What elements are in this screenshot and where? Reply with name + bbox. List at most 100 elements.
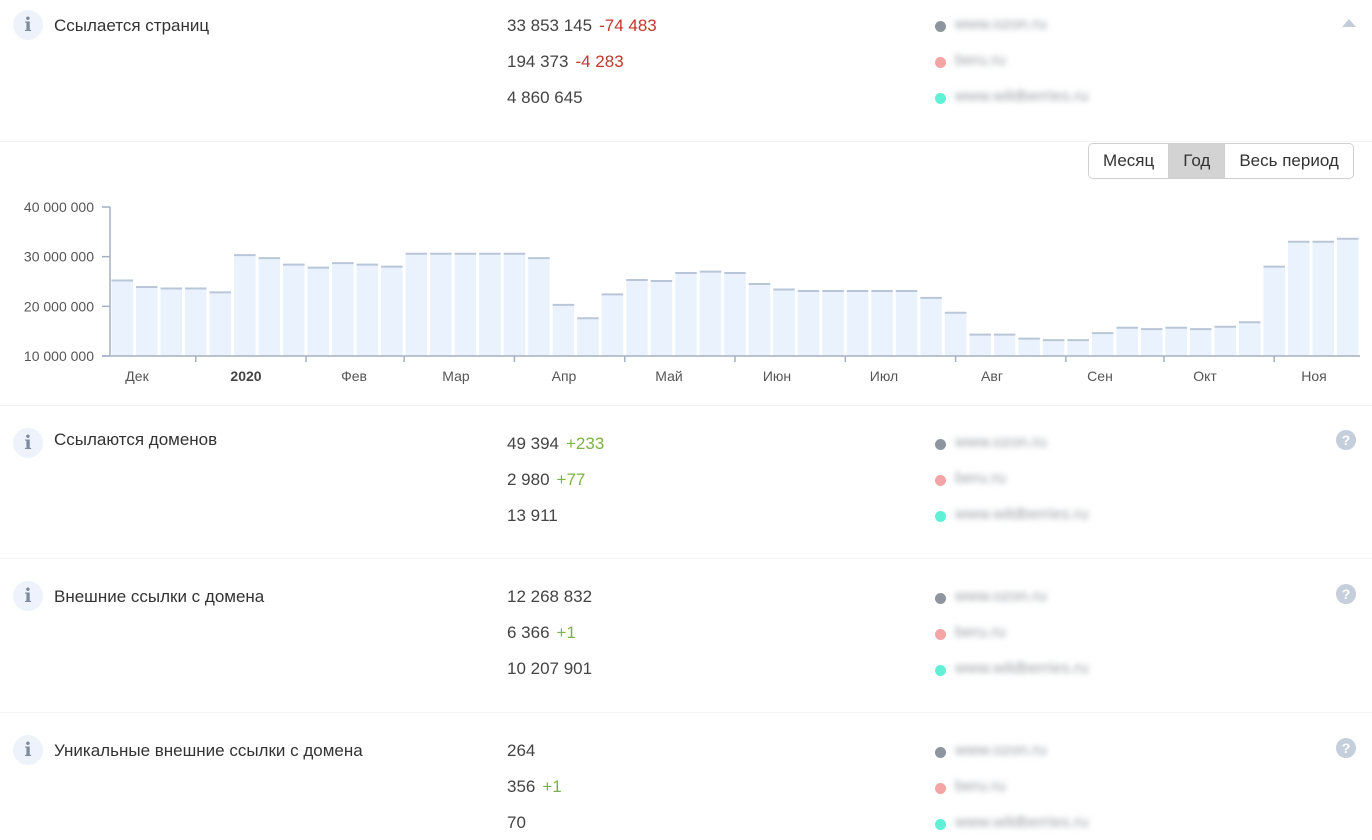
domain-name: www.wildberries.ru xyxy=(955,88,1089,105)
domain-name: www.ozon.ru xyxy=(955,16,1047,33)
chart-bar[interactable] xyxy=(1091,332,1114,356)
domain-color-dot xyxy=(935,665,946,676)
metric-value-row: 4 860 645 xyxy=(507,88,583,108)
chart-bar[interactable] xyxy=(920,297,942,356)
metric-value: 13 911 xyxy=(507,506,558,525)
chart-bar[interactable] xyxy=(846,290,869,356)
chart-bar[interactable] xyxy=(1018,338,1040,356)
chart-bar[interactable] xyxy=(1214,326,1236,356)
chart-bar[interactable] xyxy=(405,253,428,356)
chart-bar[interactable] xyxy=(209,291,232,356)
chart-bar[interactable] xyxy=(944,312,967,356)
metric-value: 70 xyxy=(507,813,526,832)
chart-bar[interactable] xyxy=(111,280,134,356)
chart-bar[interactable] xyxy=(675,272,697,356)
x-month-label: Авг xyxy=(981,368,1003,384)
chart-bar[interactable] xyxy=(601,293,624,356)
domain-color-dot xyxy=(935,511,946,522)
chart-bar[interactable] xyxy=(1189,328,1212,356)
period-button-year[interactable]: Год xyxy=(1168,144,1225,178)
chart-bar[interactable] xyxy=(381,266,403,356)
metric-section-referring-domains: i Ссылаются доменов 49 394 +233 2 980 +77 … xyxy=(0,405,1372,556)
chart-bar[interactable] xyxy=(356,264,379,356)
chart-bar[interactable] xyxy=(185,287,207,356)
chart-bar[interactable] xyxy=(895,290,918,356)
chart-bar[interactable] xyxy=(993,334,1016,356)
info-icon[interactable]: i xyxy=(13,581,43,611)
chart-bar[interactable] xyxy=(699,271,722,356)
help-icon[interactable]: ? xyxy=(1336,430,1356,450)
chart-bar[interactable] xyxy=(552,304,575,356)
period-button-month[interactable]: Месяц xyxy=(1089,144,1169,178)
chart-bar[interactable] xyxy=(1336,238,1359,356)
x-month-label: Дек xyxy=(125,368,149,384)
chart-bar[interactable] xyxy=(1116,327,1138,356)
chart-bar[interactable] xyxy=(871,290,893,356)
domain-color-dot xyxy=(935,783,946,794)
metric-value-row: 10 207 901 xyxy=(507,659,592,679)
chart-bar[interactable] xyxy=(528,257,550,356)
domain-color-dot xyxy=(935,629,946,640)
chart-bar[interactable] xyxy=(1312,241,1334,356)
domain-color-dot xyxy=(935,21,946,32)
chart-bar[interactable] xyxy=(626,279,648,356)
domain-name: www.wildberries.ru xyxy=(955,660,1089,677)
metric-delta: +233 xyxy=(566,434,605,453)
chart-bar[interactable] xyxy=(503,253,526,356)
chart-bar[interactable] xyxy=(748,283,771,356)
metric-value-row: 33 853 145 -74 483 xyxy=(507,16,657,36)
chart-bar[interactable] xyxy=(650,280,673,356)
x-month-label: Июн xyxy=(763,368,791,384)
metric-value-row: 49 394 +233 xyxy=(507,434,604,454)
domain-name: www.ozon.ru xyxy=(955,742,1047,759)
domain-color-dot xyxy=(935,93,946,104)
domain-name: beru.ru xyxy=(955,624,1006,641)
chart-bar[interactable] xyxy=(479,253,501,356)
metric-value: 10 207 901 xyxy=(507,659,593,678)
domain-color-dot xyxy=(935,593,946,604)
chart-bar[interactable] xyxy=(332,262,354,356)
chart-bar[interactable] xyxy=(1067,339,1089,356)
chart-bar[interactable] xyxy=(1287,241,1310,356)
chart-bar[interactable] xyxy=(1140,328,1163,356)
chart-bar[interactable] xyxy=(136,286,158,356)
metric-value: 6 366 xyxy=(507,623,550,642)
chart-bar[interactable] xyxy=(283,264,305,356)
y-tick-label: 10 000 000 xyxy=(24,348,94,364)
chart-bar[interactable] xyxy=(454,253,477,356)
chart-bar[interactable] xyxy=(307,267,330,356)
metric-value-row: 12 268 832 xyxy=(507,587,592,607)
metric-value: 194 373 xyxy=(507,52,569,71)
chart-bar[interactable] xyxy=(1238,321,1261,356)
chart-bar[interactable] xyxy=(773,288,795,356)
domain-name: www.ozon.ru xyxy=(955,588,1047,605)
chart-bar[interactable] xyxy=(1165,327,1187,356)
chart-bar[interactable] xyxy=(969,334,991,356)
metric-value: 12 268 832 xyxy=(507,587,593,606)
info-icon[interactable]: i xyxy=(13,735,43,765)
chart-bar[interactable] xyxy=(1042,339,1065,356)
chart-bar[interactable] xyxy=(577,317,599,356)
x-month-label: Мар xyxy=(442,368,470,384)
collapse-up-icon[interactable] xyxy=(1342,19,1356,27)
info-icon[interactable]: i xyxy=(13,10,43,40)
metric-value-row: 13 911 xyxy=(507,506,558,526)
chart-bar[interactable] xyxy=(258,257,281,356)
period-button-all[interactable]: Весь период xyxy=(1224,144,1353,178)
chart-bar[interactable] xyxy=(234,254,256,356)
metric-title: Внешние ссылки с домена xyxy=(54,587,265,606)
metric-delta: +1 xyxy=(556,623,576,642)
x-month-label: Сен xyxy=(1087,368,1113,384)
domain-name: beru.ru xyxy=(955,52,1006,69)
domain-color-dot xyxy=(935,819,946,830)
chart-bar[interactable] xyxy=(724,272,746,356)
info-icon[interactable]: i xyxy=(13,428,43,458)
chart-bar[interactable] xyxy=(797,290,820,356)
chart-bar[interactable] xyxy=(430,253,452,356)
metric-value: 356 xyxy=(507,777,536,796)
help-icon[interactable]: ? xyxy=(1336,738,1356,758)
chart-bar[interactable] xyxy=(822,290,844,356)
help-icon[interactable]: ? xyxy=(1336,584,1356,604)
chart-bar[interactable] xyxy=(1263,266,1285,356)
chart-bar[interactable] xyxy=(160,287,183,356)
